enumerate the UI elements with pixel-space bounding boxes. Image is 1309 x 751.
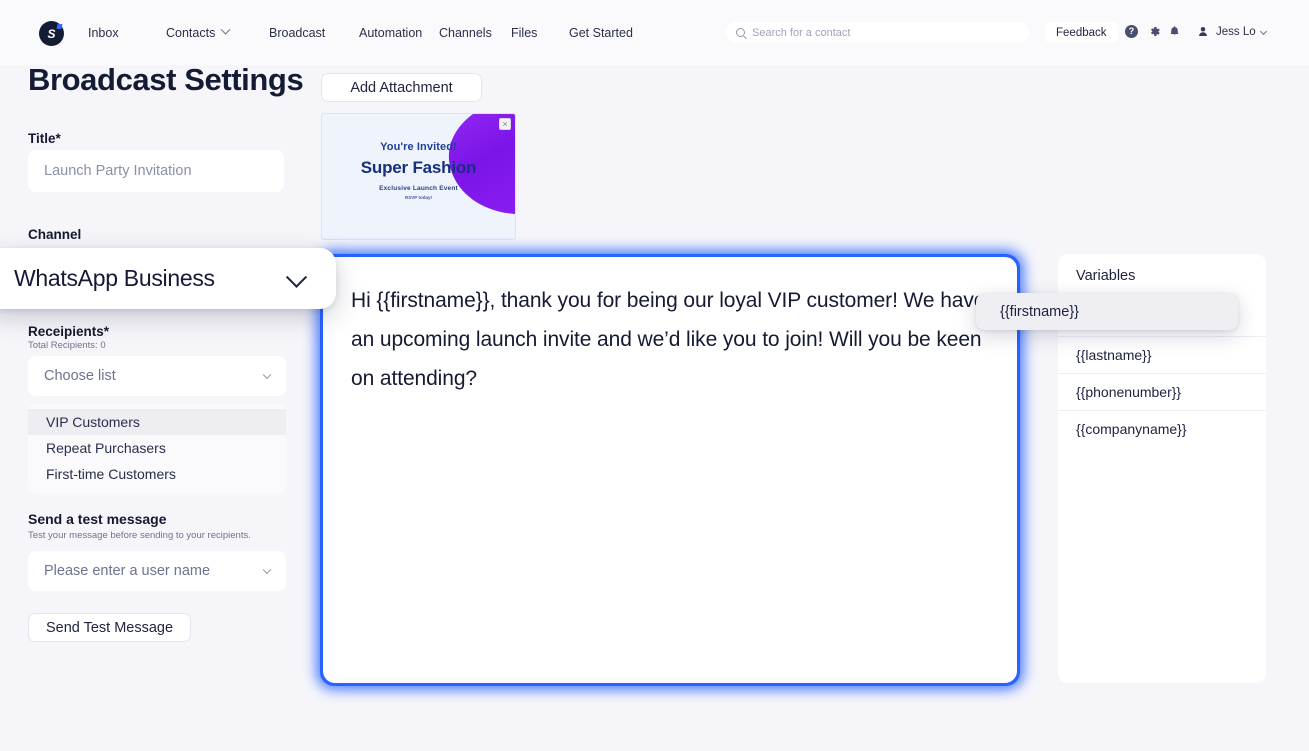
variable-item-label: {{lastname}} <box>1076 347 1152 363</box>
help-glyph: ? <box>1128 26 1135 36</box>
list-item-first-time-customers[interactable]: First-time Customers <box>28 461 286 487</box>
help-icon[interactable]: ? <box>1125 25 1138 38</box>
test-user-placeholder: Please enter a user name <box>44 563 211 579</box>
nav-item-contacts[interactable]: Contacts <box>166 24 269 40</box>
user-name-label[interactable]: Jess Lo <box>1216 26 1256 38</box>
search-icon <box>736 28 745 37</box>
variable-item-label: {{phonenumber}} <box>1076 384 1182 400</box>
list-item-label: VIP Customers <box>46 414 140 430</box>
gear-icon-svg <box>1151 26 1160 37</box>
channel-select-value: WhatsApp Business <box>14 265 215 291</box>
nav-item-label: Files <box>511 25 538 40</box>
nav-item-label: Inbox <box>88 25 119 40</box>
attachment-content: You're Invited! Super Fashion Exclusive … <box>322 114 515 239</box>
send-test-heading: Send a test message <box>28 511 167 527</box>
page-title: Broadcast Settings <box>28 62 304 97</box>
variable-item-label: {{companyname}} <box>1076 421 1187 437</box>
variables-panel-title: Variables <box>1076 268 1136 284</box>
nav-item-label: Channels <box>439 25 492 40</box>
nav-item-label: Get Started <box>569 25 633 40</box>
attachment-preview[interactable]: You're Invited! Super Fashion Exclusive … <box>321 113 516 240</box>
close-icon[interactable]: × <box>499 118 511 130</box>
attachment-rsvp: RSVP today! <box>405 195 432 200</box>
attachment-brand: Super Fashion <box>360 158 477 177</box>
nav-item-get-started[interactable]: Get Started <box>569 26 659 40</box>
title-input-placeholder: Launch Party Invitation <box>44 163 192 179</box>
brand-logo-icon[interactable]: S <box>39 21 64 46</box>
channel-select[interactable]: WhatsApp Business <box>0 248 336 309</box>
send-test-message-button[interactable]: Send Test Message <box>28 613 191 642</box>
nav-item-inbox[interactable]: Inbox <box>88 26 166 40</box>
chevron-down-icon <box>262 370 272 380</box>
app-root: S Inbox Contacts Broadcast Automation Ch… <box>0 0 1309 751</box>
send-test-description: Test your message before sending to your… <box>28 530 251 541</box>
nav-item-files[interactable]: Files <box>511 26 569 40</box>
variable-item-phonenumber[interactable]: {{phonenumber}} <box>1058 373 1266 410</box>
user-icon-svg <box>1199 27 1207 36</box>
nav-menu: Inbox Contacts Broadcast Automation Chan… <box>88 0 659 65</box>
nav-item-automation[interactable]: Automation <box>359 26 439 40</box>
nav-item-broadcast[interactable]: Broadcast <box>269 26 359 40</box>
chevron-down-icon <box>220 24 231 35</box>
variable-item-firstname-hovered[interactable]: {{firstname}} <box>976 293 1238 330</box>
test-user-select[interactable]: Please enter a user name <box>28 551 286 591</box>
gear-icon[interactable] <box>1148 25 1161 38</box>
attachment-invited-line: You're Invited! <box>380 141 457 153</box>
top-navigation-bar: S Inbox Contacts Broadcast Automation Ch… <box>0 0 1309 65</box>
title-input[interactable]: Launch Party Invitation <box>28 150 284 192</box>
chevron-down-icon <box>262 565 272 575</box>
chevron-down-icon[interactable] <box>1259 27 1268 36</box>
total-recipients-count: Total Recipients: 0 <box>28 340 106 351</box>
list-item-label: Repeat Purchasers <box>46 440 166 456</box>
nav-item-label: Automation <box>359 25 423 40</box>
search-placeholder: Search for a contact <box>752 26 851 39</box>
choose-list-select[interactable]: Choose list <box>28 356 286 396</box>
bell-icon-svg <box>1170 26 1179 36</box>
avatar[interactable] <box>1197 25 1209 38</box>
list-item-vip-customers[interactable]: VIP Customers <box>28 409 286 435</box>
message-editor[interactable]: Hi {{firstname}}, thank you for being ou… <box>323 257 1017 683</box>
search-input[interactable]: Search for a contact <box>726 22 1029 43</box>
nav-item-label: Broadcast <box>269 25 326 40</box>
list-item-label: First-time Customers <box>46 466 176 482</box>
bell-icon[interactable] <box>1168 25 1181 38</box>
recipient-list-options: VIP Customers Repeat Purchasers First-ti… <box>28 404 286 494</box>
channel-field-label: Channel <box>28 227 82 242</box>
recipients-field-label: Receipients* <box>28 324 110 339</box>
variable-item-label: {{firstname}} <box>1000 303 1079 320</box>
list-item-repeat-purchasers[interactable]: Repeat Purchasers <box>28 435 286 461</box>
nav-item-label: Contacts <box>166 25 216 40</box>
chevron-down-icon <box>285 266 308 288</box>
nav-item-channels[interactable]: Channels <box>439 26 511 40</box>
attachment-subtitle: Exclusive Launch Event <box>379 185 458 192</box>
variable-item-companyname[interactable]: {{companyname}} <box>1058 410 1266 447</box>
choose-list-placeholder: Choose list <box>44 368 116 384</box>
variable-item-lastname[interactable]: {{lastname}} <box>1058 336 1266 373</box>
brand-logo-letter: S <box>47 26 56 41</box>
title-field-label: Title* <box>28 131 61 146</box>
feedback-button[interactable]: Feedback <box>1045 22 1118 43</box>
add-attachment-button[interactable]: Add Attachment <box>321 73 482 102</box>
message-editor-text: Hi {{firstname}}, thank you for being ou… <box>351 289 986 390</box>
